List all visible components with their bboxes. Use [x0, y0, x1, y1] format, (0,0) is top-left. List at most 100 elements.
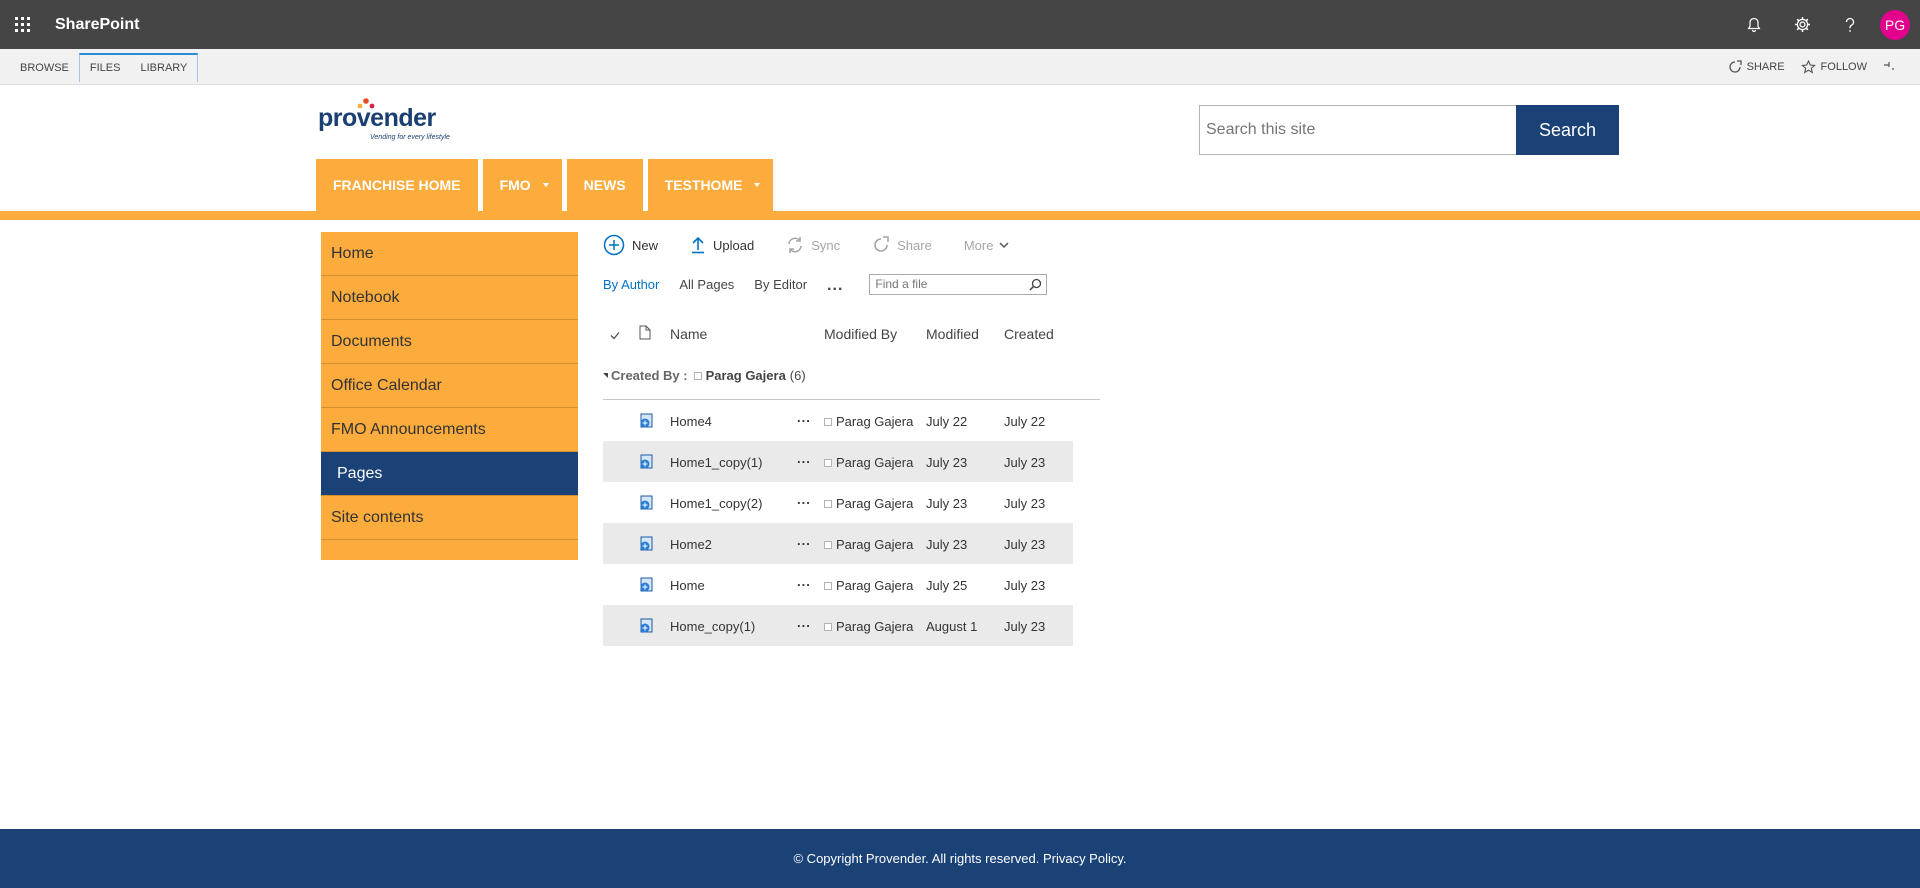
row-menu-button[interactable]: ...: [797, 410, 811, 425]
modified-by-name[interactable]: Parag Gajera: [836, 619, 913, 634]
topnav-item-testhome[interactable]: TESTHOME: [647, 159, 774, 211]
presence-indicator: [824, 622, 832, 631]
topnav-item-fmo[interactable]: FMO: [482, 159, 562, 211]
new-label: New: [632, 237, 659, 253]
modified-by-name[interactable]: Parag Gajera: [836, 537, 913, 552]
row-menu-button[interactable]: ...: [797, 574, 811, 589]
modified-date: July 23: [926, 496, 968, 511]
modified-by-name[interactable]: Parag Gajera: [836, 455, 913, 470]
logo-text: provender: [318, 104, 436, 132]
page-file-icon: [638, 454, 654, 470]
more-views-button[interactable]: ...: [827, 277, 843, 295]
group-author[interactable]: Parag Gajera: [706, 368, 786, 383]
presence-indicator: [824, 499, 832, 508]
file-name[interactable]: Home: [670, 578, 705, 593]
view-all-pages[interactable]: All Pages: [679, 277, 734, 292]
site-search-input[interactable]: [1199, 105, 1519, 155]
upload-icon: [692, 236, 705, 254]
file-name[interactable]: Home1_copy(2): [670, 496, 763, 511]
created-date: July 23: [1004, 578, 1046, 593]
row-menu-button[interactable]: ...: [797, 533, 811, 548]
leftnav-item-office-calendar[interactable]: Office Calendar: [321, 364, 578, 408]
settings-button[interactable]: [1778, 0, 1826, 49]
page-file-icon: [638, 577, 654, 593]
leftnav-item-site-contents[interactable]: Site contents: [321, 496, 578, 540]
share-label: SHARE: [1746, 61, 1785, 73]
column-modified[interactable]: Modified: [926, 326, 979, 342]
view-by-author[interactable]: By Author: [603, 277, 659, 292]
more-button[interactable]: More: [964, 238, 1010, 253]
presence-indicator: [824, 458, 832, 467]
file-name[interactable]: Home1_copy(1): [670, 455, 763, 470]
leftnav-item-home[interactable]: Home: [321, 232, 578, 276]
ribbon: BROWSE FILES LIBRARY SHARE FOLLOW: [0, 49, 1920, 85]
modified-by-name[interactable]: Parag Gajera: [836, 414, 913, 429]
file-name[interactable]: Home2: [670, 537, 712, 552]
table-row[interactable]: Home1_copy(2) ... Parag Gajera July 23 J…: [603, 482, 1073, 523]
notifications-button[interactable]: [1730, 0, 1778, 49]
row-menu-button[interactable]: ...: [797, 492, 811, 507]
group-label: Created By :: [611, 368, 688, 383]
search-button[interactable]: Search: [1516, 105, 1619, 155]
leftnav-item-pages[interactable]: Pages: [321, 452, 578, 496]
file-type-header[interactable]: [639, 325, 651, 343]
list-rows: Home4 ... Parag Gajera July 22 July 22 H…: [603, 400, 1100, 646]
sync-button[interactable]: Sync: [786, 236, 840, 254]
table-row[interactable]: Home ... Parag Gajera July 25 July 23: [603, 564, 1073, 605]
table-row[interactable]: Home1_copy(1) ... Parag Gajera July 23 J…: [603, 441, 1073, 482]
search-icon[interactable]: [1029, 278, 1042, 291]
modified-by-cell: Parag Gajera: [824, 455, 913, 470]
ribbon-actions: SHARE FOLLOW: [1712, 49, 1900, 85]
suite-title[interactable]: SharePoint: [55, 16, 139, 34]
follow-label: FOLLOW: [1820, 61, 1867, 73]
focus-icon: [1884, 62, 1894, 70]
list-header: Name Modified By Modified Created: [603, 318, 1100, 350]
file-name[interactable]: Home_copy(1): [670, 619, 755, 634]
column-created[interactable]: Created: [1004, 326, 1054, 342]
leftnav-item-fmo-announcements[interactable]: FMO Announcements: [321, 408, 578, 452]
table-row[interactable]: Home2 ... Parag Gajera July 23 July 23: [603, 523, 1073, 564]
select-all-checkmark[interactable]: [610, 327, 620, 343]
table-row[interactable]: Home4 ... Parag Gajera July 22 July 22: [603, 400, 1073, 441]
help-button[interactable]: [1826, 0, 1874, 49]
column-name[interactable]: Name: [670, 326, 707, 342]
site-logo[interactable]: provender Vending for every lifestyle: [318, 96, 458, 146]
caret-down-icon: [754, 183, 761, 187]
topnav-item-franchise-home[interactable]: FRANCHISE HOME: [316, 159, 478, 211]
follow-button[interactable]: FOLLOW: [1800, 60, 1867, 74]
view-by-editor[interactable]: By Editor: [754, 277, 807, 292]
bell-icon: [1747, 17, 1761, 32]
tab-browse[interactable]: BROWSE: [10, 54, 79, 82]
row-menu-button[interactable]: ...: [797, 615, 811, 630]
topnav-label: NEWS: [583, 177, 626, 193]
tab-library[interactable]: LIBRARY: [130, 55, 197, 83]
modified-by-name[interactable]: Parag Gajera: [836, 578, 913, 593]
find-file-input[interactable]: [869, 273, 1048, 295]
command-bar: New Upload Sync Share More: [603, 230, 1041, 260]
group-header[interactable]: Created By : Parag Gajera (6): [603, 362, 1100, 400]
presence-indicator: [693, 371, 702, 380]
table-row[interactable]: Home_copy(1) ... Parag Gajera August 1 J…: [603, 605, 1073, 646]
caret-down-icon: [542, 183, 549, 187]
avatar[interactable]: PG: [1880, 9, 1910, 40]
row-menu-button[interactable]: ...: [797, 451, 811, 466]
collapse-triangle-icon[interactable]: [603, 373, 608, 378]
topnav-item-news[interactable]: NEWS: [566, 159, 643, 211]
page-file-icon: [638, 618, 654, 634]
quick-launch: Home Notebook Documents Office Calendar …: [321, 232, 578, 560]
file-name[interactable]: Home4: [670, 414, 712, 429]
column-modified-by[interactable]: Modified By: [824, 326, 897, 342]
tab-files[interactable]: FILES: [80, 55, 131, 83]
share-button[interactable]: SHARE: [1728, 60, 1785, 74]
leftnav-item-documents[interactable]: Documents: [321, 320, 578, 364]
upload-button[interactable]: Upload: [690, 236, 754, 254]
focus-content-button[interactable]: [1883, 61, 1900, 73]
app-launcher-button[interactable]: [0, 0, 44, 49]
leftnav-item-notebook[interactable]: Notebook: [321, 276, 578, 320]
sync-label: Sync: [811, 237, 841, 253]
presence-indicator: [824, 581, 832, 590]
share-files-button[interactable]: Share: [872, 236, 932, 254]
modified-by-name[interactable]: Parag Gajera: [836, 496, 913, 511]
question-icon: [1845, 17, 1855, 32]
new-button[interactable]: New: [603, 234, 658, 256]
